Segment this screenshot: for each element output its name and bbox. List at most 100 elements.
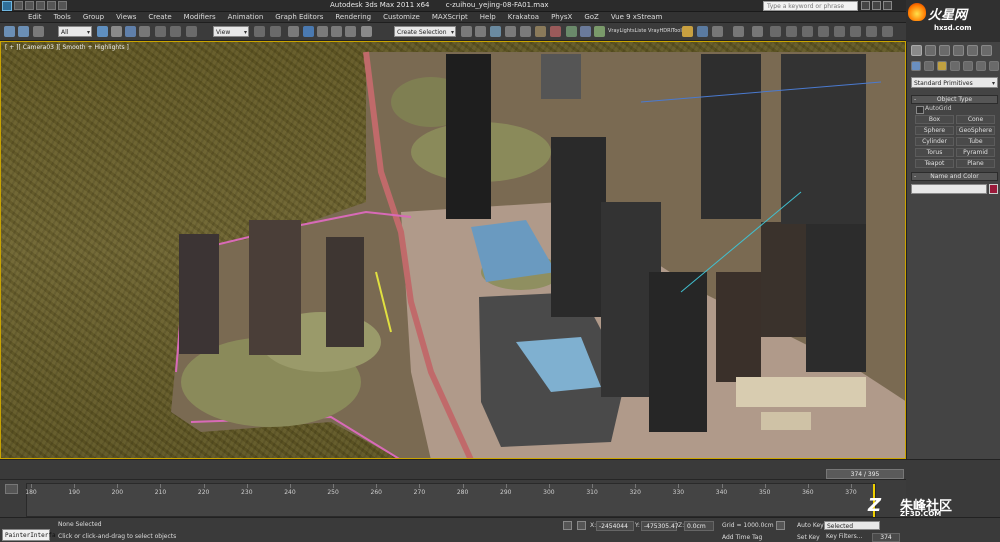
render-setup-icon[interactable] — [566, 26, 577, 37]
utilities-tab-icon[interactable] — [981, 45, 992, 56]
menu-customize[interactable]: Customize — [383, 12, 420, 22]
tube-button[interactable]: Tube — [956, 137, 995, 146]
menu-goz[interactable]: GoZ — [584, 12, 599, 22]
camera-viewport[interactable]: [ + ][ Camera03 ][ Smooth + Highlights ] — [0, 41, 906, 459]
snap-toggle-icon[interactable] — [303, 26, 314, 37]
extra-tool-3-icon[interactable] — [802, 26, 813, 37]
menu-create[interactable]: Create — [148, 12, 171, 22]
geometry-icon[interactable] — [911, 61, 921, 71]
extra-tool-6-icon[interactable] — [850, 26, 861, 37]
open-file-icon[interactable] — [25, 1, 34, 10]
edit-named-selection-icon[interactable] — [361, 26, 372, 37]
align-icon[interactable] — [475, 26, 486, 37]
plane-button[interactable]: Plane — [956, 159, 995, 168]
set-key-button[interactable]: Set Key — [797, 534, 820, 541]
sphere-button[interactable]: Sphere — [915, 126, 954, 135]
shapes-icon[interactable] — [924, 61, 934, 71]
reference-coordinate-dropdown[interactable]: View — [213, 26, 249, 38]
redo-toolbar-icon[interactable] — [18, 26, 29, 37]
cone-button[interactable]: Cone — [956, 115, 995, 124]
cameras-icon[interactable] — [950, 61, 960, 71]
extra-tool-1-icon[interactable] — [770, 26, 781, 37]
cylinder-button[interactable]: Cylinder — [915, 137, 954, 146]
absolute-mode-icon[interactable] — [577, 521, 586, 530]
menu-rendering[interactable]: Rendering — [335, 12, 371, 22]
new-file-icon[interactable] — [14, 1, 23, 10]
select-scale-icon[interactable] — [186, 26, 197, 37]
menu-modifiers[interactable]: Modifiers — [184, 12, 216, 22]
z-coordinate-field[interactable]: 0.0cm — [684, 521, 714, 531]
pivot-center-icon[interactable] — [254, 26, 265, 37]
x-coordinate-field[interactable]: -2454044 — [596, 521, 634, 531]
lights-icon[interactable] — [937, 61, 947, 71]
redo-icon[interactable] — [58, 1, 67, 10]
display-tab-icon[interactable] — [967, 45, 978, 56]
key-icon[interactable] — [776, 521, 785, 530]
name-and-color-rollout[interactable]: Name and Color — [911, 172, 998, 181]
primitive-category-dropdown[interactable]: Standard Primitives — [911, 77, 998, 89]
menu-help[interactable]: Help — [480, 12, 496, 22]
menu-animation[interactable]: Animation — [228, 12, 264, 22]
vray-plugin-label[interactable]: VrayLightsListe VrayHDRITool — [608, 28, 682, 34]
schematic-view-icon[interactable] — [535, 26, 546, 37]
mirror-icon[interactable] — [461, 26, 472, 37]
object-color-swatch[interactable] — [989, 184, 998, 194]
app-logo-icon[interactable] — [2, 1, 12, 11]
menu-graph-editors[interactable]: Graph Editors — [275, 12, 323, 22]
teapot-icon[interactable] — [733, 26, 744, 37]
undo-toolbar-icon[interactable] — [4, 26, 15, 37]
select-by-name-icon[interactable] — [111, 26, 122, 37]
teapot-button[interactable]: Teapot — [915, 159, 954, 168]
plugin-tool-2-icon[interactable] — [712, 26, 723, 37]
menu-krakatoa[interactable]: Krakatoa — [508, 12, 539, 22]
extra-tool-8-icon[interactable] — [882, 26, 893, 37]
object-type-rollout[interactable]: Object Type — [911, 95, 998, 104]
current-frame-field[interactable]: 374 — [872, 533, 900, 542]
pyramid-button[interactable]: Pyramid — [956, 148, 995, 157]
motion-tab-icon[interactable] — [953, 45, 964, 56]
undo-icon[interactable] — [47, 1, 56, 10]
layer-manager-icon[interactable] — [490, 26, 501, 37]
rendered-frame-window-icon[interactable] — [580, 26, 591, 37]
angle-snap-icon[interactable] — [317, 26, 328, 37]
geosphere-button[interactable]: GeoSphere — [956, 126, 995, 135]
save-file-icon[interactable] — [36, 1, 45, 10]
helpers-icon[interactable] — [963, 61, 973, 71]
star-icon[interactable] — [872, 1, 881, 10]
select-rotate-icon[interactable] — [170, 26, 181, 37]
track-area[interactable]: 180 190 200 210 220 230 240 250 260 270 280 290 300 3… — [25, 483, 876, 518]
menu-views[interactable]: Views — [116, 12, 136, 22]
keyboard-shortcut-icon[interactable] — [288, 26, 299, 37]
link-icon[interactable] — [33, 26, 44, 37]
time-slider[interactable]: 374 / 395 — [826, 469, 904, 479]
mini-curve-editor-icon[interactable] — [5, 484, 18, 494]
render-production-icon[interactable] — [594, 26, 605, 37]
named-selection-dropdown[interactable]: Create Selection Se — [394, 26, 456, 47]
extra-tool-5-icon[interactable] — [834, 26, 845, 37]
menu-maxscript[interactable]: MAXScript — [432, 12, 468, 22]
select-move-icon[interactable] — [155, 26, 166, 37]
menu-edit[interactable]: Edit — [28, 12, 42, 22]
create-tab-icon[interactable] — [911, 45, 922, 56]
auto-key-button[interactable]: Auto Key — [797, 522, 824, 529]
search-icon[interactable] — [861, 1, 870, 10]
graphite-toggle-icon[interactable] — [505, 26, 516, 37]
systems-icon[interactable] — [989, 61, 999, 71]
menu-vue-xstream[interactable]: Vue 9 xStream — [611, 12, 662, 22]
maxscript-listener-field[interactable]: PainterInterfa — [2, 529, 56, 541]
menu-physx[interactable]: PhysX — [551, 12, 572, 22]
plugin-tool-icon[interactable] — [697, 26, 708, 37]
vray-light-lister-icon[interactable] — [682, 26, 693, 37]
torus-button[interactable]: Torus — [915, 148, 954, 157]
hierarchy-tab-icon[interactable] — [939, 45, 950, 56]
extra-tool-7-icon[interactable] — [866, 26, 877, 37]
key-filters-button[interactable]: Key Filters... — [826, 533, 863, 540]
select-object-icon[interactable] — [97, 26, 108, 37]
curve-editor-icon[interactable] — [520, 26, 531, 37]
help-search-input[interactable]: Type a keyword or phrase — [763, 1, 858, 11]
extra-tool-4-icon[interactable] — [818, 26, 829, 37]
script-tool-icon[interactable] — [752, 26, 763, 37]
viewport-label[interactable]: [ + ][ Camera03 ][ Smooth + Highlights ] — [5, 44, 129, 51]
extra-tool-2-icon[interactable] — [786, 26, 797, 37]
space-warps-icon[interactable] — [976, 61, 986, 71]
